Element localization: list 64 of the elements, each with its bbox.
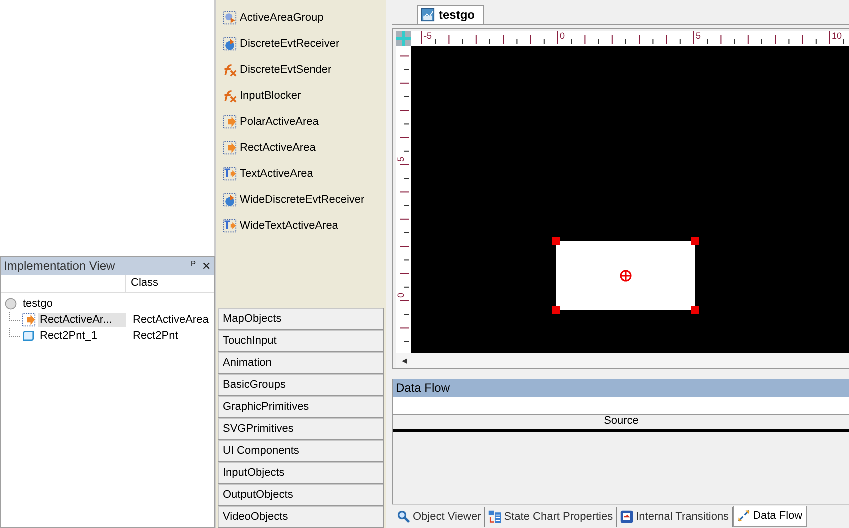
category-button[interactable]: OutputObjects (218, 484, 384, 506)
pin-button[interactable]: ᴾ (188, 260, 199, 272)
vertical-ruler: 5 0 (396, 46, 411, 353)
palette-item[interactable]: RectActiveArea (240, 142, 316, 154)
active-area-icon (223, 115, 237, 129)
receiver-icon (223, 193, 237, 207)
tree-item[interactable]: testgo (21, 297, 55, 311)
palette-item[interactable]: PolarActiveArea (240, 116, 319, 128)
selection-handle[interactable] (552, 306, 560, 314)
selection-handle[interactable] (691, 237, 699, 245)
document-icon (421, 8, 435, 22)
category-button[interactable]: Animation (218, 352, 384, 374)
design-canvas[interactable] (411, 46, 849, 353)
column-header[interactable]: Source (393, 415, 849, 432)
center-marker-icon (620, 270, 632, 282)
category-button[interactable]: MapObjects (218, 308, 384, 330)
selection-handle[interactable] (552, 237, 560, 245)
active-area-icon (223, 141, 237, 155)
tree-item[interactable]: RectActiveAr... (38, 313, 126, 327)
sphere-icon (4, 297, 18, 311)
palette-item[interactable]: TextActiveArea (240, 168, 314, 180)
active-area-icon (22, 313, 36, 327)
panel-title: Data Flow (396, 381, 450, 395)
category-button[interactable]: GraphicPrimitives (218, 396, 384, 418)
document-tab[interactable]: testgo (417, 5, 484, 24)
category-button[interactable]: UI Components (218, 440, 384, 462)
scroll-left-arrow[interactable]: ◂ (396, 354, 407, 366)
group-icon (223, 11, 237, 25)
horizontal-ruler: -5 0 5 10 (411, 31, 849, 46)
function-icon (223, 63, 237, 77)
panel-tab[interactable]: Object Viewer (394, 506, 486, 526)
palette-item[interactable]: WideTextActiveArea (240, 220, 338, 232)
class-cell: RectActiveArea (133, 314, 209, 326)
palette-item[interactable]: DiscreteEvtReceiver (240, 38, 340, 50)
palette-item[interactable]: DiscreteEvtSender (240, 64, 332, 76)
class-cell: Rect2Pnt (133, 330, 178, 342)
horizontal-scrollbar[interactable]: ◂ (396, 353, 849, 368)
palette-item[interactable]: WideDiscreteEvtReceiver (240, 194, 365, 206)
tree-connector (9, 312, 20, 321)
magnifier-icon (397, 510, 411, 524)
properties-icon (488, 510, 502, 524)
tree-item[interactable]: Rect2Pnt_1 (38, 329, 126, 343)
palette-item[interactable]: ActiveAreaGroup (240, 12, 324, 24)
panel-tab[interactable]: State Chart Properties (485, 506, 618, 526)
category-button[interactable]: TouchInput (218, 330, 384, 352)
palette-item[interactable]: InputBlocker (240, 90, 302, 102)
column-header[interactable]: Class (126, 275, 214, 292)
category-button[interactable]: VideoObjects (218, 506, 384, 528)
transitions-icon (620, 510, 634, 524)
panel-title: Implementation View (4, 259, 116, 273)
receiver-icon (223, 37, 237, 51)
category-button[interactable]: SVGPrimitives (218, 418, 384, 440)
category-button[interactable]: BasicGroups (218, 374, 384, 396)
selection-handle[interactable] (691, 306, 699, 314)
close-button[interactable]: ✕ (199, 260, 214, 272)
text-area-icon (223, 167, 237, 181)
function-icon (223, 89, 237, 103)
tree-connector (9, 328, 20, 337)
crosshair-icon (396, 31, 411, 46)
rectangle-icon (22, 329, 36, 343)
data-flow-icon (737, 509, 752, 523)
panel-tab[interactable]: Data Flow (733, 506, 807, 527)
text-area-icon (223, 219, 237, 233)
category-button[interactable]: InputObjects (218, 462, 384, 484)
